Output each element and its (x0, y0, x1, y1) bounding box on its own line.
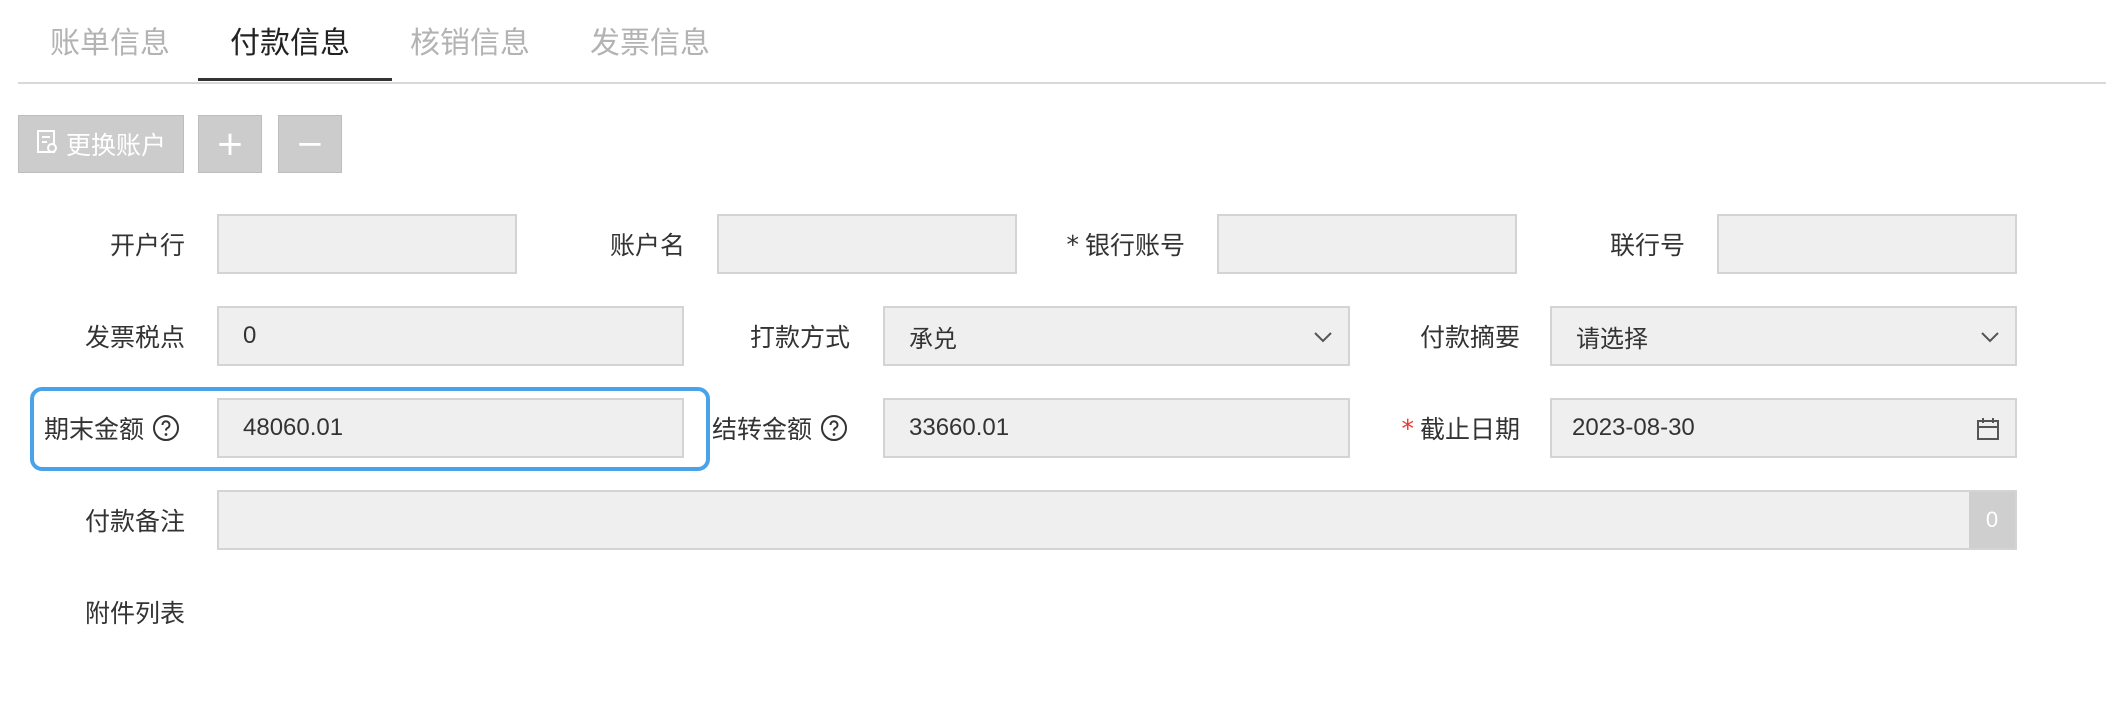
attachments-label: 附件列表 (84, 599, 185, 628)
invoice-tax-rate-input[interactable]: 0 (217, 306, 684, 366)
deadline-date-label: * 截止日期 (1401, 413, 1520, 445)
add-button[interactable]: + (198, 115, 262, 173)
document-icon (36, 129, 58, 159)
payment-method-select[interactable]: 承兑 (883, 306, 1350, 366)
interbank-no-label: 联行号 (1609, 231, 1685, 260)
tab-invoice-info[interactable]: 发票信息 (590, 18, 710, 62)
invoice-tax-rate-label: 发票税点 (84, 323, 185, 352)
account-name-label: 账户名 (609, 231, 685, 260)
chevron-down-icon (1981, 332, 1999, 343)
bank-branch-label: 开户行 (109, 231, 185, 260)
payment-summary-label: 付款摘要 (1419, 323, 1520, 352)
active-tab-indicator (198, 78, 392, 81)
tab-writeoff-info[interactable]: 核销信息 (410, 18, 530, 62)
required-mark: * (1066, 229, 1079, 259)
closing-amount-label: 期末金额 (40, 398, 180, 458)
bank-branch-input[interactable] (217, 214, 517, 274)
tab-bar: 账单信息 付款信息 核销信息 发票信息 (18, 0, 2106, 84)
remove-button[interactable]: − (278, 115, 342, 173)
account-name-input[interactable] (717, 214, 1017, 274)
char-counter: 0 (1969, 492, 2015, 548)
payment-method-label: 打款方式 (749, 323, 850, 352)
bank-account-input[interactable] (1217, 214, 1517, 274)
carryover-amount-label: 结转金额 (700, 398, 848, 458)
payment-summary-select[interactable]: 请选择 (1550, 306, 2017, 366)
chevron-down-icon (1314, 332, 1332, 343)
help-icon[interactable] (820, 414, 848, 442)
carryover-amount-input[interactable]: 33660.01 (883, 398, 1350, 458)
deadline-date-picker[interactable]: 2023-08-30 (1550, 398, 2017, 458)
payment-remark-input[interactable]: 0 (217, 490, 2017, 550)
bank-account-label: * 银行账号 (1066, 229, 1185, 261)
closing-amount-input[interactable]: 48060.01 (217, 398, 684, 458)
change-account-label: 更换账户 (65, 131, 166, 160)
tab-bill-info[interactable]: 账单信息 (50, 18, 170, 62)
minus-icon: − (295, 124, 325, 164)
tab-payment-info[interactable]: 付款信息 (230, 18, 350, 62)
payment-remark-label: 付款备注 (84, 507, 185, 536)
calendar-icon (1977, 418, 1999, 440)
required-mark: * (1401, 413, 1414, 443)
help-icon[interactable] (152, 414, 180, 442)
interbank-no-input[interactable] (1717, 214, 2017, 274)
change-account-button[interactable]: 更换账户 (18, 115, 184, 173)
plus-icon: + (215, 124, 245, 164)
